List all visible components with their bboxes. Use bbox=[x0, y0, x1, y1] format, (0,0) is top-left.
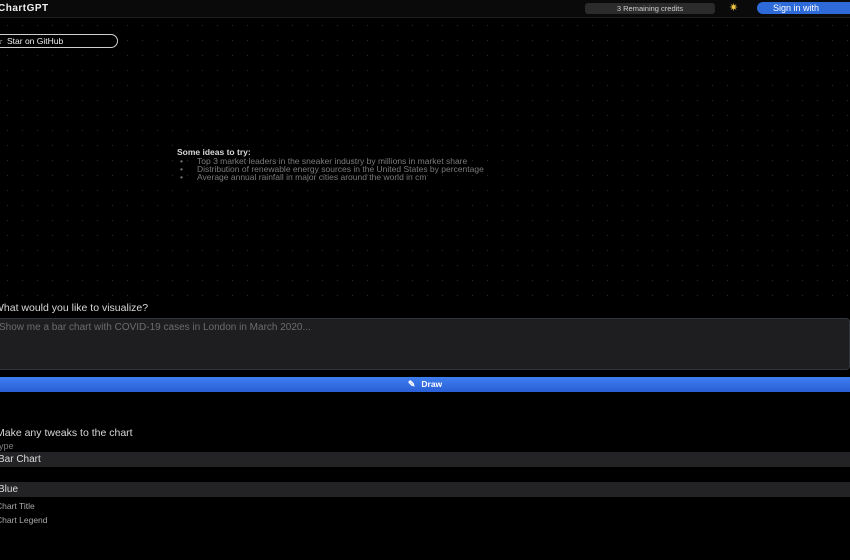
app-logo[interactable]: ChartGPT bbox=[0, 3, 49, 14]
prompt-label: What would you like to visualize? bbox=[0, 302, 149, 314]
github-label: Star on GitHub bbox=[7, 36, 64, 46]
top-bar: ChartGPT 3 Remaining credits ✷ Sign in w… bbox=[0, 0, 850, 18]
ideas-title: Some ideas to try: bbox=[177, 147, 251, 157]
idea-item[interactable]: • Average annual rainfall in major cities… bbox=[177, 172, 484, 182]
sign-in-button[interactable]: Sign in with bbox=[757, 2, 850, 14]
star-on-github-button[interactable]: ☆ Star on GitHub bbox=[0, 34, 118, 48]
sun-icon[interactable]: ✷ bbox=[729, 1, 738, 15]
chart-type-select[interactable]: Bar Chart bbox=[0, 452, 850, 467]
ideas-list: Some ideas to try: • Top 3 market leaders… bbox=[177, 147, 484, 182]
credits-badge[interactable]: 3 Remaining credits bbox=[585, 3, 715, 14]
idea-text: Average annual rainfall in major cities … bbox=[197, 172, 427, 182]
pencil-icon: ✎ bbox=[407, 379, 416, 389]
tweaks-title: Make any tweaks to the chart bbox=[0, 427, 133, 439]
draw-button[interactable]: ✎ Draw bbox=[0, 377, 850, 392]
chart-color-select[interactable]: Blue bbox=[0, 482, 850, 497]
prompt-placeholder: Show me a bar chart with COVID-19 cases … bbox=[0, 322, 311, 333]
chart-legend-toggle[interactable]: Chart Legend bbox=[0, 515, 48, 525]
chart-title-toggle[interactable]: Chart Title bbox=[0, 501, 35, 511]
star-icon: ☆ bbox=[0, 35, 3, 47]
prompt-input[interactable]: Show me a bar chart with COVID-19 cases … bbox=[0, 318, 850, 370]
draw-label: Draw bbox=[421, 379, 443, 389]
type-label: Type bbox=[0, 441, 14, 451]
